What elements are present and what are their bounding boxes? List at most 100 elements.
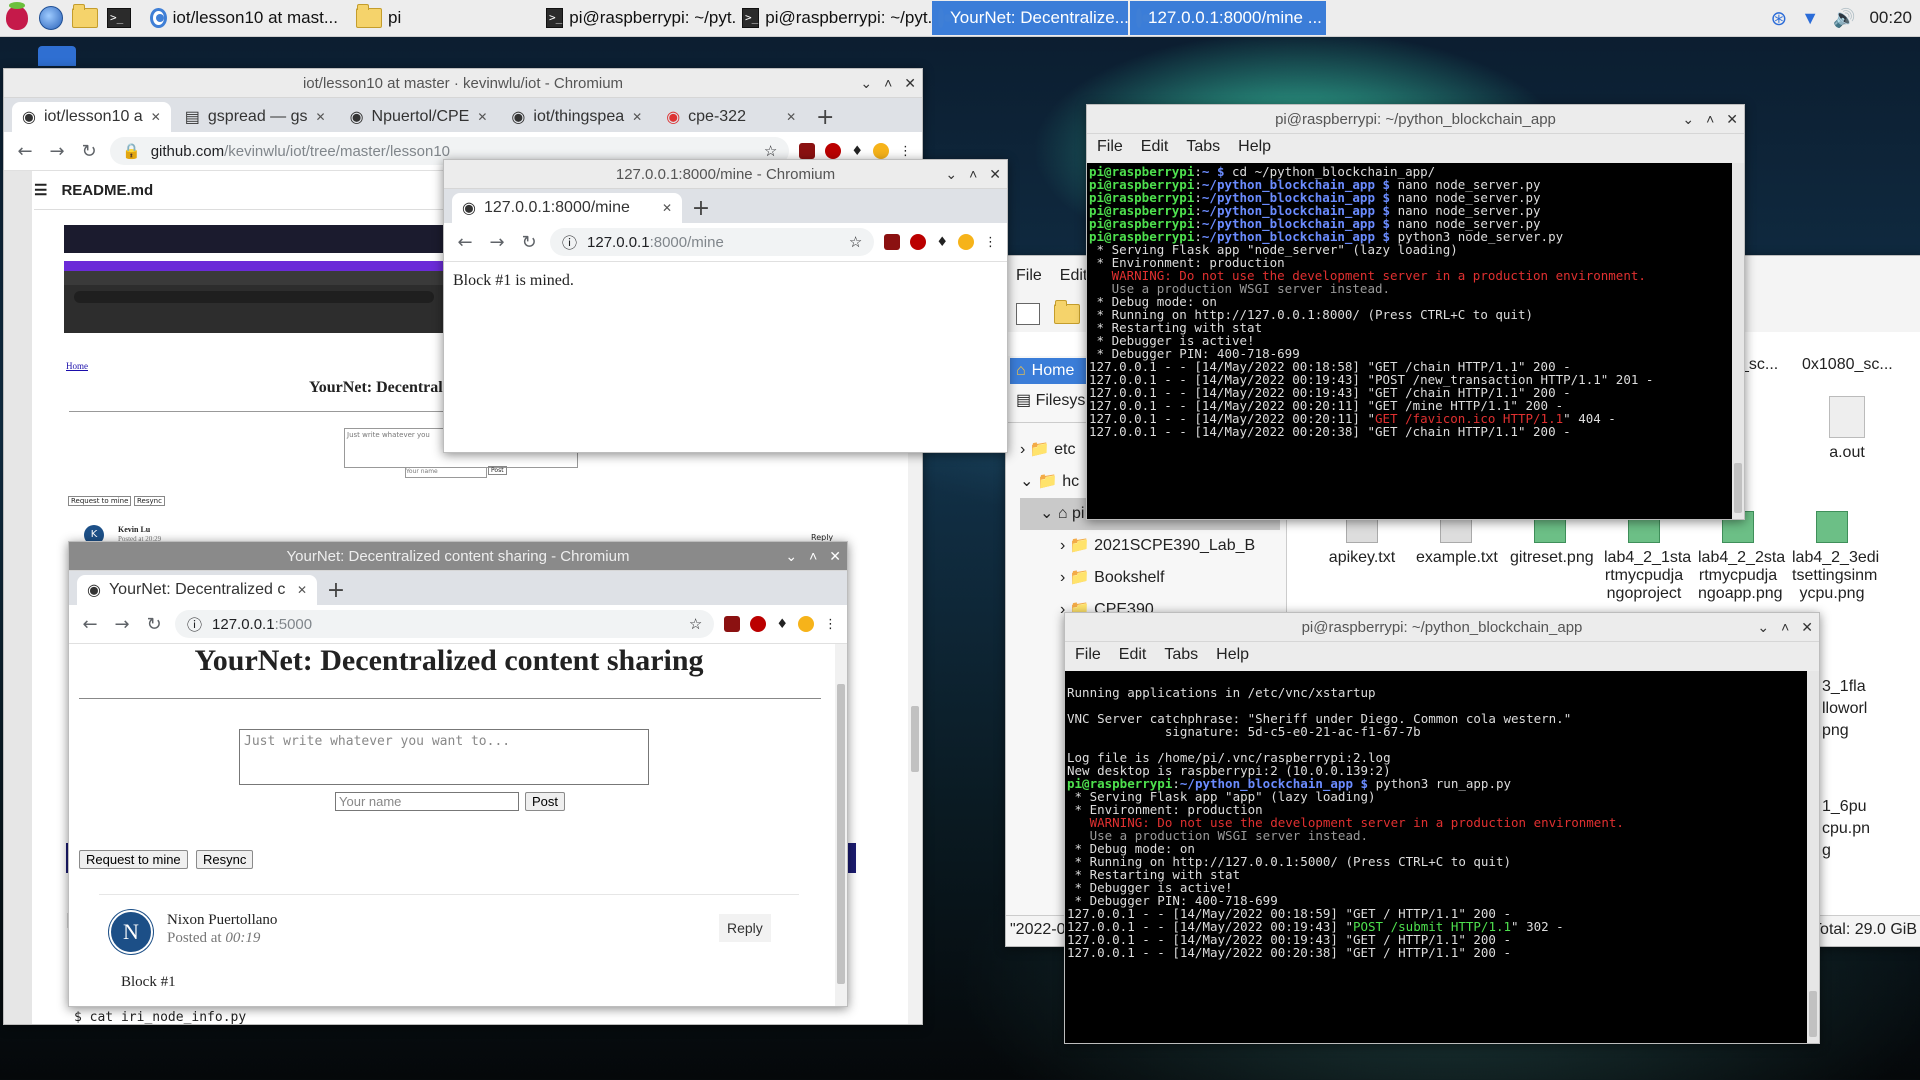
file-item[interactable]: lab4_2_1sta rtmycpudja ngoproject [1604,511,1691,603]
taskbar-item-mine[interactable]: 127.0.0.1:8000/mine ... [1130,1,1326,35]
close-icon[interactable]: ✕ [1726,111,1738,128]
reload-icon[interactable]: ↻ [518,232,540,253]
close-icon[interactable]: ✕ [989,166,1001,183]
file-item-partial[interactable]: _sc... [1740,356,1778,374]
close-tab-icon[interactable]: ✕ [632,110,642,124]
file-item[interactable]: 3_1fla lloworl png [1822,676,1882,742]
minimize-icon[interactable]: ⌄ [945,166,957,183]
menu-help[interactable]: Help [1238,138,1271,156]
minimize-icon[interactable]: ⌄ [785,548,797,565]
extension-icon[interactable] [799,143,816,159]
terminal-output[interactable]: pi@raspberrypi:~ $ cd ~/python_blockchai… [1087,163,1732,519]
menu-edit[interactable]: Edit [1060,267,1088,285]
reload-icon[interactable]: ↻ [143,614,165,635]
folder-icon[interactable] [1054,300,1080,324]
extension-icon[interactable] [724,616,741,632]
page-scrollbar[interactable] [835,644,847,1006]
file-item-partial[interactable]: 0x1080_sc... [1802,356,1893,374]
post-button[interactable]: Post [525,792,566,811]
taskbar-item-github[interactable]: iot/lesson10 at mast... [144,1,344,35]
profile-icon[interactable] [873,143,889,159]
maximize-icon[interactable]: ˄ [1781,619,1789,635]
new-tab-button[interactable]: + [686,193,716,223]
close-tab-icon[interactable]: ✕ [477,110,487,124]
file-item[interactable]: gitreset.png [1510,511,1594,603]
volume-icon[interactable]: 🔊 [1833,8,1855,29]
maximize-icon[interactable]: ˄ [1706,111,1714,127]
clock[interactable]: 00:20 [1869,8,1912,28]
profile-icon[interactable] [798,616,814,632]
close-tab-icon[interactable]: ✕ [662,201,672,215]
tree-item-bookshelf[interactable]: › 📁 Bookshelf [1020,562,1280,594]
close-tab-icon[interactable]: ✕ [151,110,161,124]
maximize-icon[interactable]: ˄ [884,75,892,91]
name-input[interactable]: Your name [335,792,519,811]
back-icon[interactable]: ← [14,141,36,162]
menu-file[interactable]: File [1075,646,1101,664]
reply-button[interactable]: Reply [719,914,771,942]
menu-help[interactable]: Help [1216,646,1249,664]
menu-tabs[interactable]: Tabs [1186,138,1220,156]
place-filesystem[interactable]: ▤ Filesys [1016,390,1085,410]
close-icon[interactable]: ✕ [1801,619,1813,636]
close-icon[interactable]: ✕ [904,75,916,92]
forward-icon[interactable]: → [111,614,133,635]
file-item[interactable]: lab4_2_2sta rtmycpudja ngoapp.png [1698,511,1785,603]
minimize-icon[interactable]: ⌄ [1682,111,1694,128]
tree-item-lab[interactable]: › 📁 2021SCPE390_Lab_B [1020,530,1280,562]
forward-icon[interactable]: → [46,141,68,162]
back-icon[interactable]: ← [454,232,476,253]
tab-iot-lesson10[interactable]: ◉ iot/lesson10 a ✕ [12,102,171,132]
ublock-icon[interactable] [910,234,927,250]
file-manager-launcher[interactable] [68,0,102,36]
request-to-mine-button[interactable]: Request to mine [79,850,188,869]
resync-button[interactable]: Resync [196,850,254,869]
puzzle-icon[interactable]: ♦ [851,144,863,159]
scrollbar-thumb[interactable] [911,706,919,772]
file-item[interactable]: apikey.txt [1322,511,1402,603]
tab-gspread[interactable]: ▤ gspread — gs ✕ [175,102,336,132]
list-icon[interactable]: ☰ [34,181,47,199]
puzzle-icon[interactable]: ♦ [776,617,788,632]
close-tab-icon[interactable]: ✕ [786,110,796,124]
maximize-icon[interactable]: ˄ [809,548,817,564]
terminal-launcher[interactable]: >_ [102,0,136,36]
bluetooth-icon[interactable]: ⊛ [1770,6,1787,31]
window-icon[interactable] [1016,303,1040,325]
menu-file[interactable]: File [1097,138,1123,156]
ublock-icon[interactable] [750,616,767,632]
content-textarea[interactable]: Just write whatever you want to... [239,729,649,785]
taskbar-item-pi-folder[interactable]: pi [350,1,540,35]
bookmark-star-icon[interactable]: ☆ [849,233,862,251]
file-item[interactable]: example.txt [1416,511,1498,603]
tab-npuertol[interactable]: ◉ Npuertol/CPE ✕ [340,102,498,132]
new-tab-button[interactable]: + [321,575,351,605]
minimize-icon[interactable]: ⌄ [1757,619,1769,636]
minimize-icon[interactable]: ⌄ [860,75,872,92]
close-tab-icon[interactable]: ✕ [316,110,326,124]
terminal-scrollbar[interactable] [1807,671,1819,1043]
bookmark-star-icon[interactable]: ☆ [764,142,777,160]
taskbar-item-terminal-1[interactable]: >_ pi@raspberrypi: ~/pyt... [540,1,736,35]
maximize-icon[interactable]: ˄ [969,166,977,182]
taskbar-item-terminal-2[interactable]: >_ pi@raspberrypi: ~/pyt... [736,1,932,35]
ublock-icon[interactable] [825,143,842,159]
scrollbar-thumb[interactable] [837,684,845,984]
trash-desktop-icon[interactable] [38,46,76,66]
menu-file[interactable]: File [1016,267,1042,285]
tab-thingspeak[interactable]: ◉ iot/thingspea ✕ [501,102,652,132]
terminal-scrollbar[interactable] [1732,163,1744,519]
extension-icon[interactable] [884,234,901,250]
bookmark-star-icon[interactable]: ☆ [689,615,702,633]
file-item[interactable]: 1_6pu cpu.pn g [1822,796,1882,862]
close-icon[interactable]: ✕ [829,548,841,565]
puzzle-icon[interactable]: ♦ [936,235,948,250]
address-bar[interactable]: ⓘ 127.0.0.1:5000 ☆ [175,610,715,638]
profile-icon[interactable] [958,234,974,250]
taskbar-item-yournet[interactable]: YourNet: Decentralize... [932,1,1128,35]
wifi-icon[interactable]: ▼ [1801,8,1819,29]
back-icon[interactable]: ← [79,614,101,635]
menu-edit[interactable]: Edit [1141,138,1169,156]
scrollbar-thumb[interactable] [1809,991,1817,1037]
menu-edit[interactable]: Edit [1119,646,1147,664]
